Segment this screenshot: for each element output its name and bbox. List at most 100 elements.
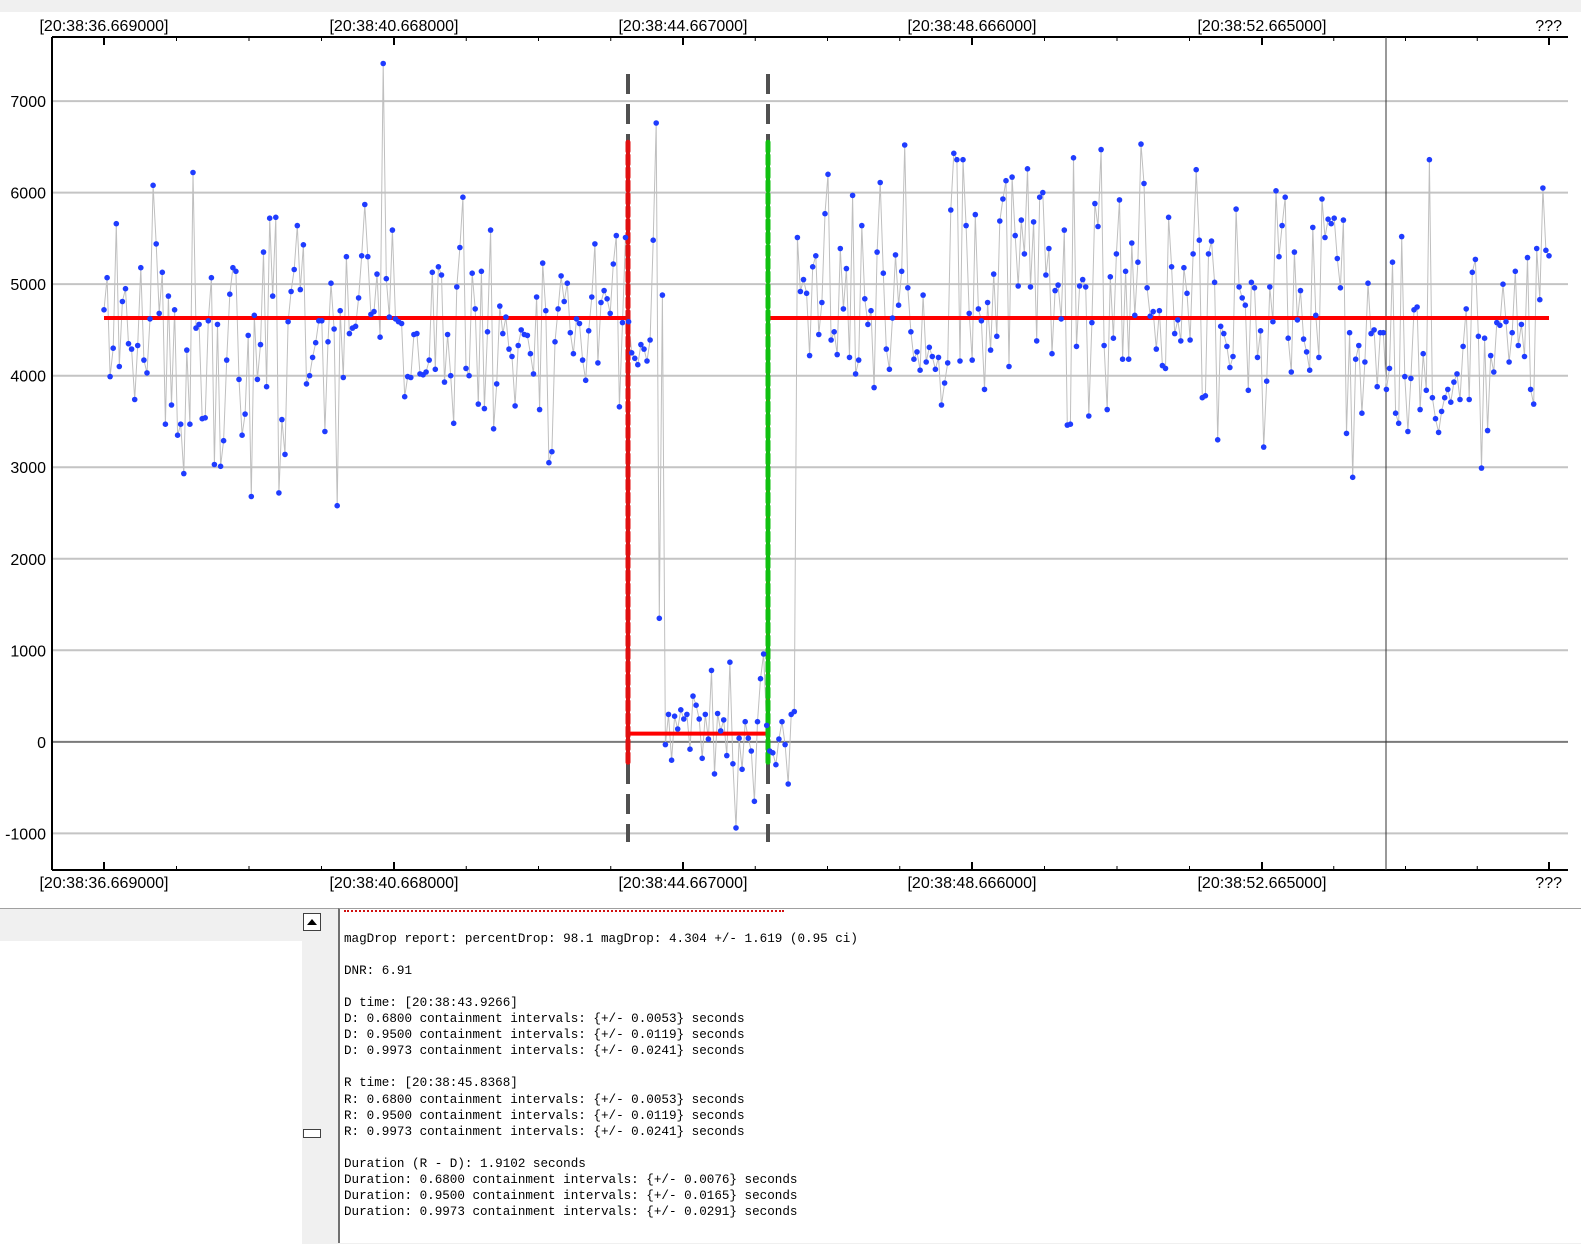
- data-point: [782, 741, 788, 748]
- data-point: [911, 356, 917, 363]
- data-point: [147, 316, 153, 322]
- data-point: [1322, 234, 1328, 241]
- data-point: [1101, 342, 1107, 349]
- data-point: [1156, 307, 1163, 314]
- data-point: [678, 707, 684, 713]
- data-point: [1049, 350, 1055, 357]
- scroll-thumb[interactable]: [303, 1129, 321, 1138]
- data-point: [862, 296, 868, 302]
- data-point: [328, 280, 334, 287]
- data-point: [343, 253, 350, 260]
- data-point: [365, 253, 371, 260]
- data-point: [107, 373, 113, 380]
- data-point: [1129, 240, 1135, 246]
- data-point: [248, 493, 255, 500]
- data-point: [984, 299, 991, 306]
- data-point: [1046, 245, 1052, 252]
- data-point: [1515, 342, 1522, 349]
- data-point: [291, 266, 298, 273]
- data-point: [1248, 279, 1255, 286]
- data-point: [1435, 429, 1442, 436]
- light-curve-plot-panel[interactable]: -1000 0 1000 2000 3000 4000 5000 6000 7000 [20:38…: [0, 0, 1581, 908]
- data-point: [1263, 378, 1270, 385]
- data-point: [1484, 427, 1491, 434]
- data-point: [1313, 312, 1319, 319]
- data-point: [561, 298, 567, 305]
- data-point: [104, 274, 110, 281]
- data-point: [1478, 465, 1485, 471]
- data-point: [383, 275, 390, 282]
- data-point: [506, 346, 512, 352]
- data-point: [846, 354, 853, 361]
- data-point: [622, 234, 629, 241]
- scroll-up-arrow-icon[interactable]: [303, 913, 321, 931]
- data-point: [951, 150, 957, 157]
- log-line: Duration: 0.6800 containment intervals: …: [344, 1172, 798, 1187]
- data-point: [515, 342, 521, 349]
- data-point: [874, 249, 880, 255]
- data-point: [533, 294, 540, 300]
- data-point: [1079, 276, 1086, 283]
- data-point: [585, 328, 592, 334]
- log-line: Duration: 0.9500 containment intervals: …: [344, 1188, 798, 1203]
- data-point: [1233, 206, 1239, 212]
- data-point: [1487, 352, 1494, 359]
- data-point: [1398, 233, 1405, 240]
- data-point: [429, 269, 436, 276]
- data-point: [1460, 343, 1466, 350]
- data-point: [849, 192, 856, 199]
- data-point: [138, 264, 144, 271]
- data-point: [1224, 343, 1230, 350]
- data-point: [1328, 220, 1334, 227]
- data-point: [276, 490, 282, 496]
- data-point: [877, 179, 883, 186]
- data-point: [843, 265, 850, 272]
- data-point: [696, 716, 702, 722]
- data-point: [279, 416, 285, 423]
- data-point: [1150, 308, 1156, 315]
- data-point: [886, 366, 893, 373]
- data-point: [941, 380, 948, 386]
- data-point: [177, 421, 184, 428]
- data-point: [1205, 251, 1212, 257]
- data-point: [1178, 338, 1184, 344]
- data-point: [1389, 259, 1396, 266]
- data-point: [113, 220, 120, 227]
- data-point: [720, 717, 727, 723]
- data-point: [196, 321, 202, 328]
- data-point: [570, 350, 577, 357]
- log-scrollbar[interactable]: [302, 908, 338, 1244]
- data-point: [656, 615, 663, 622]
- data-point: [671, 713, 678, 719]
- light-curve-plot[interactable]: -1000 0 1000 2000 3000 4000 5000 6000 7000 [20:38…: [0, 0, 1581, 908]
- log-line: DNR: 6.91: [344, 964, 413, 979]
- y-tick-label: 3000: [10, 460, 46, 477]
- data-point: [1147, 313, 1153, 320]
- data-point: [153, 241, 159, 247]
- data-point: [994, 333, 1000, 340]
- data-point: [1481, 335, 1488, 342]
- data-point: [1270, 318, 1276, 325]
- x-tick-label-top: ???: [1535, 18, 1562, 35]
- data-point: [337, 307, 344, 314]
- data-point: [1469, 269, 1476, 276]
- report-log-pane[interactable]: magDrop report: percentDrop: 98.1 magDro…: [338, 908, 1581, 1243]
- data-point: [1098, 146, 1104, 153]
- data-point: [1276, 253, 1282, 260]
- data-point: [644, 358, 650, 364]
- data-point: [447, 372, 454, 379]
- x-tick-label-top: [20:38:40.668000]: [329, 18, 458, 35]
- data-point: [493, 381, 500, 387]
- data-point: [659, 292, 666, 298]
- data-point: [567, 329, 574, 336]
- data-point: [763, 722, 770, 729]
- data-point: [684, 711, 690, 718]
- data-point: [1089, 319, 1095, 326]
- data-point: [825, 171, 831, 178]
- data-point: [171, 307, 178, 313]
- data-point: [1095, 223, 1101, 230]
- data-point: [770, 750, 776, 756]
- data-point: [122, 285, 129, 292]
- data-point: [963, 222, 969, 229]
- data-point: [1451, 379, 1457, 385]
